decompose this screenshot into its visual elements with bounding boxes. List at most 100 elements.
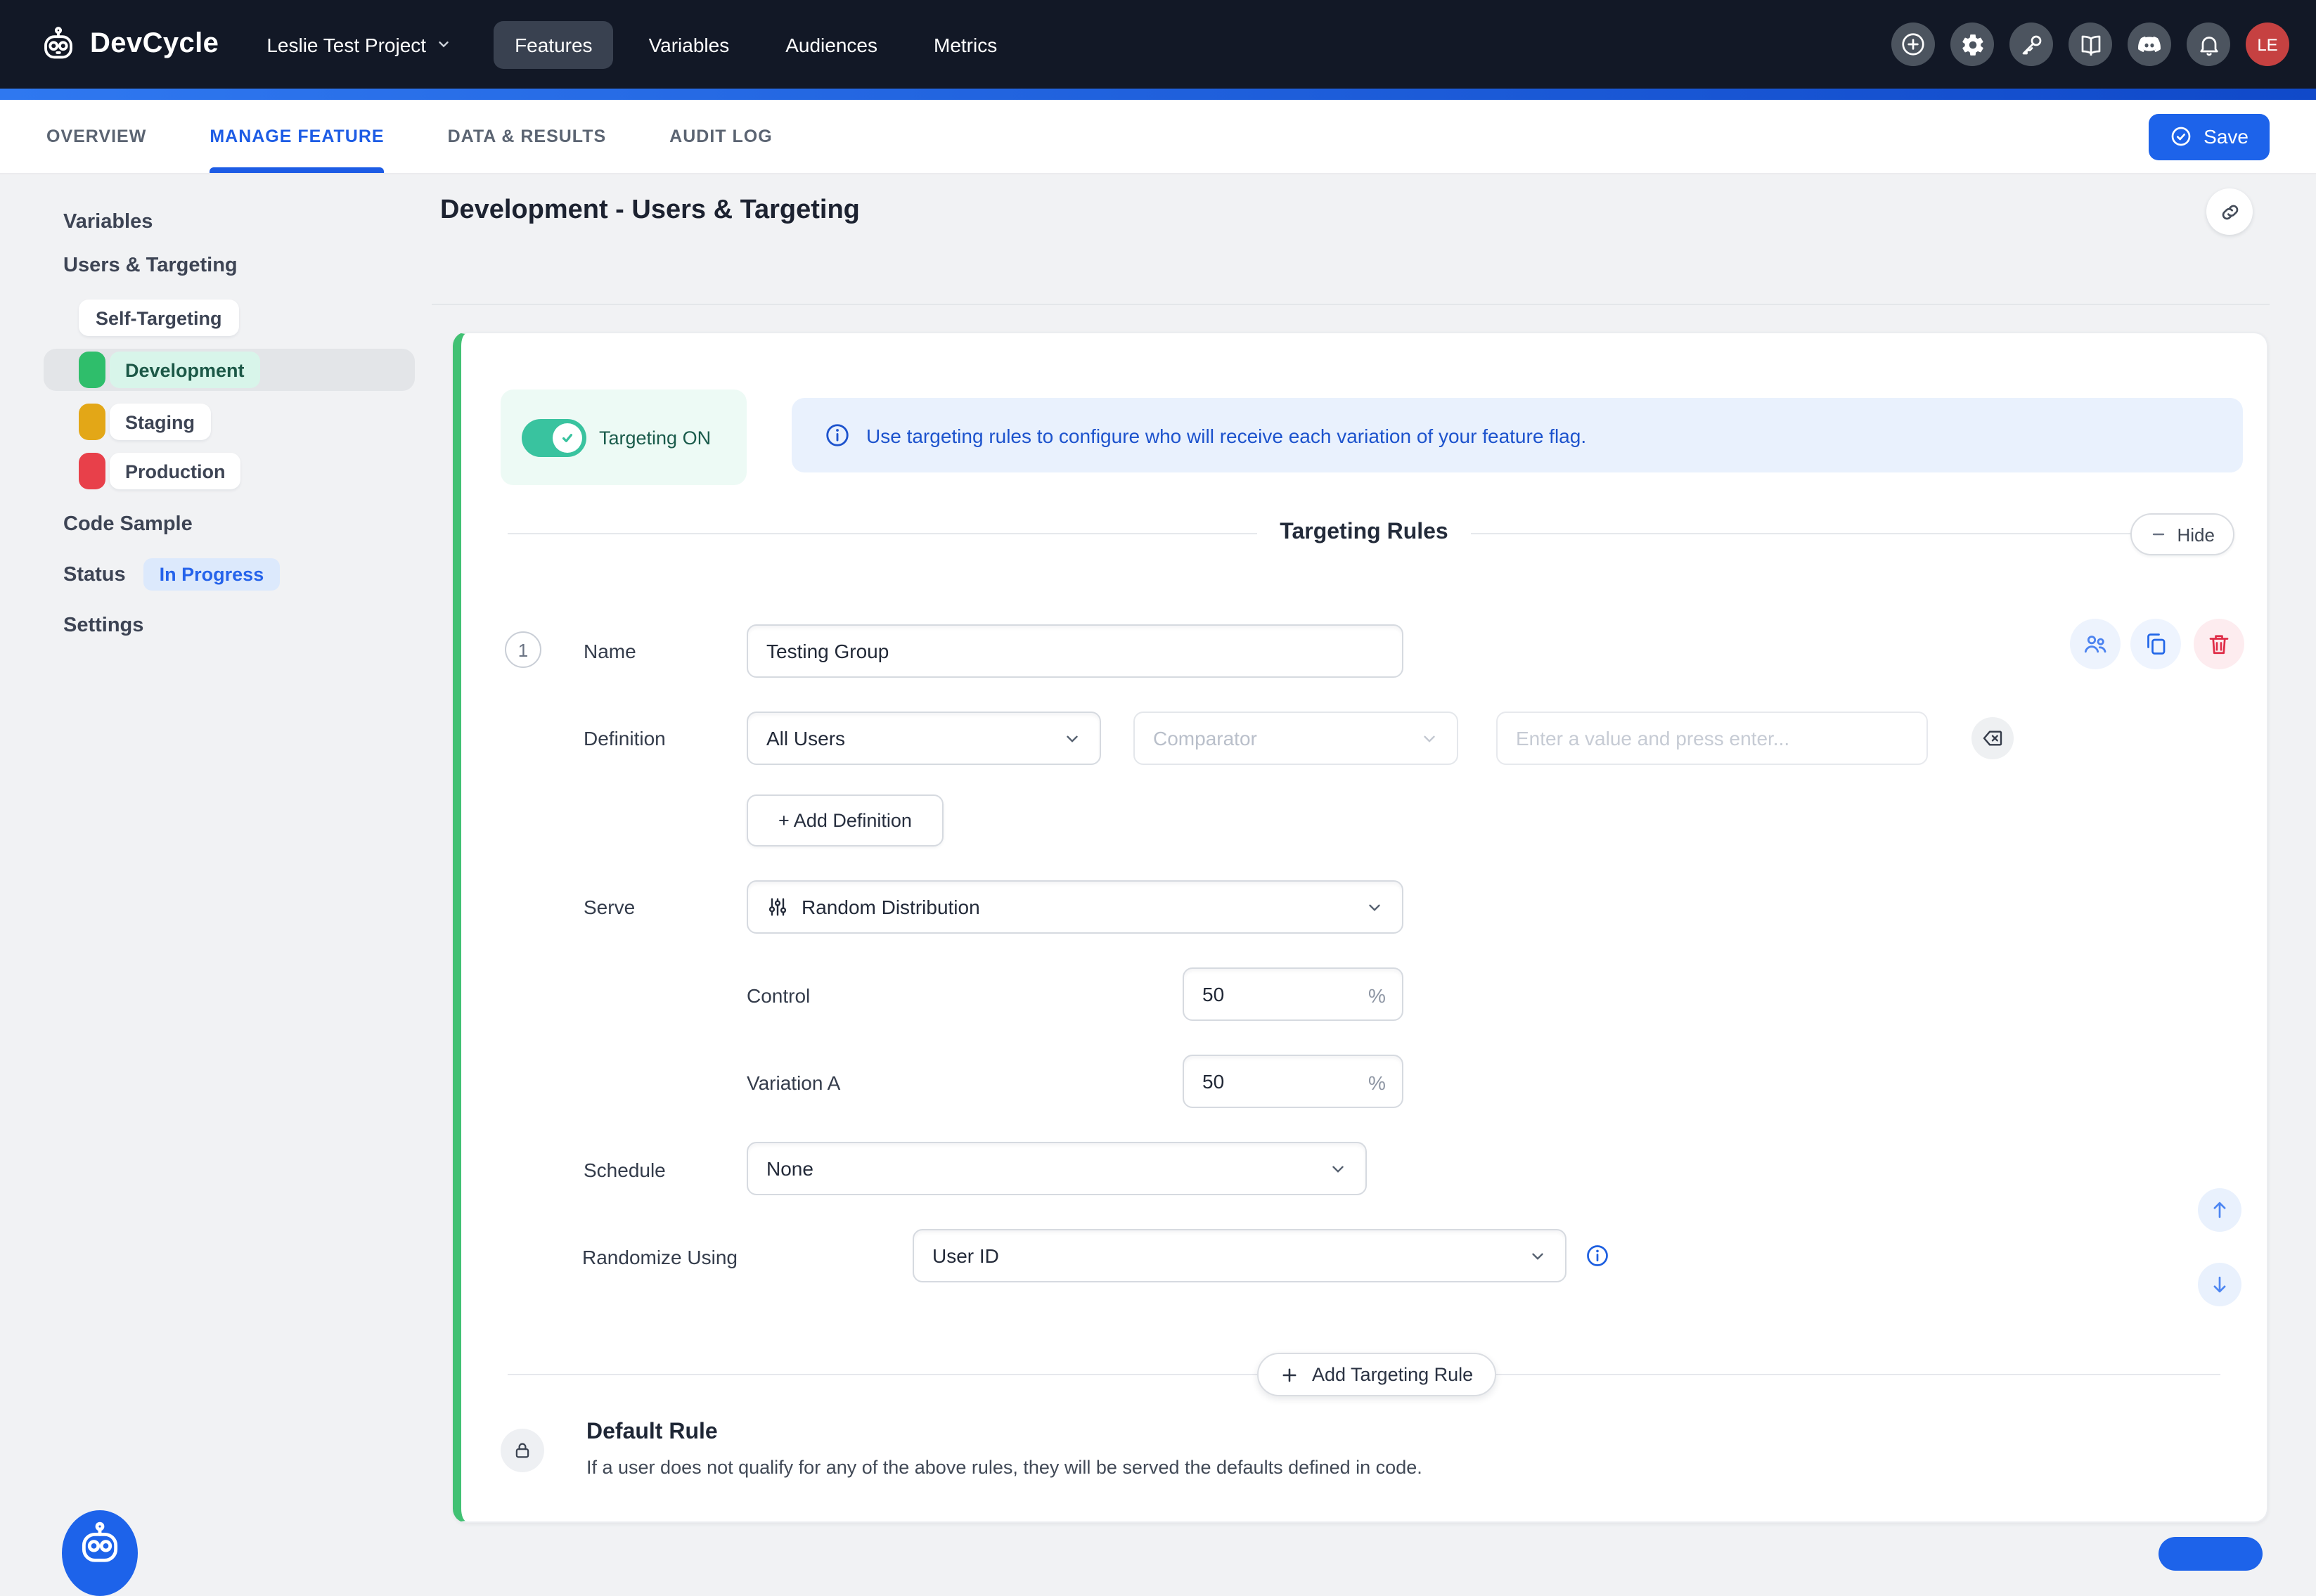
tab-overview[interactable]: OVERVIEW	[46, 100, 146, 173]
discord-icon	[2136, 31, 2163, 58]
check-circle-icon	[2170, 125, 2192, 148]
move-rule-down-button[interactable]	[2198, 1263, 2241, 1306]
arrow-up-icon	[2208, 1198, 2232, 1222]
sidebar-env-development[interactable]: Development	[44, 349, 415, 391]
nav-link-variables[interactable]: Variables	[628, 20, 751, 68]
clear-definition-button[interactable]	[1971, 717, 2014, 759]
targeting-toggle-panel: Targeting ON	[501, 390, 747, 485]
control-label: Control	[747, 984, 810, 1007]
support-chat-button[interactable]	[62, 1510, 138, 1596]
comparator-placeholder: Comparator	[1153, 727, 1257, 749]
audience-select[interactable]: All Users	[747, 712, 1101, 765]
targeting-toggle[interactable]	[522, 418, 586, 456]
rule-name-input[interactable]	[747, 624, 1403, 678]
randomize-select-value: User ID	[932, 1244, 999, 1267]
arrow-down-icon	[2208, 1273, 2232, 1296]
brand-logo[interactable]: DevCycle	[39, 25, 219, 63]
create-button[interactable]	[1891, 22, 1935, 66]
status-label: Status	[63, 560, 126, 588]
status-badge[interactable]: In Progress	[144, 558, 280, 591]
definition-value-input[interactable]	[1496, 712, 1928, 765]
add-definition-button[interactable]: + Add Definition	[747, 794, 944, 847]
name-label: Name	[584, 640, 636, 662]
top-navbar: DevCycle Leslie Test Project Features Va…	[0, 0, 2316, 89]
api-keys-button[interactable]	[2009, 22, 2053, 66]
tab-manage-feature[interactable]: MANAGE FEATURE	[210, 100, 384, 173]
delete-rule-button[interactable]	[2194, 619, 2244, 669]
lock-icon	[512, 1440, 533, 1461]
backspace-icon	[1981, 727, 2004, 749]
nav-link-audiences[interactable]: Audiences	[764, 20, 899, 68]
sidebar-item-code-sample[interactable]: Code Sample	[63, 510, 433, 539]
env-label: Production	[110, 453, 241, 489]
default-rule-description: If a user does not qualify for any of th…	[586, 1457, 1422, 1478]
convert-to-audience-button[interactable]	[2070, 619, 2121, 669]
comparator-select[interactable]: Comparator	[1133, 712, 1458, 765]
sidebar-status-row: Status In Progress	[63, 558, 433, 591]
project-selector[interactable]: Leslie Test Project	[266, 33, 451, 56]
default-rule-title: Default Rule	[586, 1420, 718, 1446]
settings-button[interactable]	[1950, 22, 1994, 66]
info-banner: Use targeting rules to configure who wil…	[792, 398, 2243, 472]
sidebar-item-settings[interactable]: Settings	[63, 612, 433, 640]
devcycle-robot-icon	[39, 25, 77, 63]
plus-circle-icon	[1900, 31, 1926, 58]
copy-icon	[2143, 631, 2168, 657]
save-button[interactable]: Save	[2149, 113, 2270, 160]
minus-icon	[2151, 526, 2168, 543]
hide-button-label: Hide	[2177, 524, 2215, 545]
env-label: Staging	[110, 404, 210, 440]
gear-icon	[1960, 32, 1985, 57]
schedule-select-value: None	[766, 1157, 813, 1180]
percent-suffix: %	[1368, 1071, 1386, 1094]
chevron-down-icon	[1529, 1247, 1547, 1265]
toggle-check-icon	[553, 423, 582, 452]
discord-button[interactable]	[2128, 22, 2171, 66]
serve-select-value: Random Distribution	[802, 896, 980, 918]
sidebar-item-users-targeting[interactable]: Users & Targeting	[63, 252, 433, 280]
save-button-label: Save	[2204, 125, 2249, 148]
sticky-save-button[interactable]	[2159, 1537, 2263, 1571]
targeting-rules-title: Targeting Rules	[1280, 520, 1448, 546]
user-avatar[interactable]: LE	[2246, 22, 2289, 66]
duplicate-rule-button[interactable]	[2130, 619, 2181, 669]
notifications-button[interactable]	[2187, 22, 2230, 66]
sidebar-item-variables[interactable]: Variables	[63, 208, 433, 236]
copy-link-button[interactable]	[2206, 188, 2253, 235]
sidebar-env-staging[interactable]: Staging	[79, 404, 433, 440]
nav-link-metrics[interactable]: Metrics	[913, 20, 1018, 68]
randomize-using-select[interactable]: User ID	[913, 1229, 1566, 1282]
percent-suffix: %	[1368, 984, 1386, 1007]
schedule-select[interactable]: None	[747, 1142, 1367, 1195]
chat-robot-icon	[76, 1520, 124, 1568]
hide-rules-button[interactable]: Hide	[2131, 513, 2235, 555]
serve-select[interactable]: Random Distribution	[747, 880, 1403, 934]
targeting-rules-divider: Targeting Rules	[508, 520, 2220, 546]
page-accent-bar	[0, 89, 2316, 100]
sidebar-item-self-targeting[interactable]: Self-Targeting	[79, 300, 239, 336]
definition-label: Definition	[584, 727, 666, 749]
sidebar-env-production[interactable]: Production	[79, 453, 433, 489]
key-icon	[2019, 32, 2044, 57]
tab-audit-log[interactable]: AUDIT LOG	[669, 100, 773, 173]
variation-a-label: Variation A	[747, 1071, 840, 1094]
page-title: Development - Users & Targeting	[440, 195, 860, 226]
add-targeting-rule-button[interactable]: Add Targeting Rule	[1257, 1353, 1495, 1396]
targeting-toggle-label: Targeting ON	[599, 427, 711, 448]
chevron-down-icon	[1420, 729, 1439, 747]
bell-icon	[2196, 32, 2221, 57]
trash-icon	[2206, 631, 2232, 657]
docs-button[interactable]	[2069, 22, 2112, 66]
main-header: Development - Users & Targeting	[432, 174, 2270, 305]
schedule-label: Schedule	[584, 1159, 666, 1181]
nav-link-features[interactable]: Features	[494, 20, 614, 68]
serve-label: Serve	[584, 896, 635, 918]
move-rule-up-button[interactable]	[2198, 1188, 2241, 1232]
sliders-icon	[766, 896, 789, 918]
targeting-card: Targeting ON Use targeting rules to conf…	[453, 332, 2268, 1523]
plus-icon	[1280, 1365, 1299, 1384]
book-icon	[2078, 32, 2103, 57]
feature-sidebar: Variables Users & Targeting Self-Targeti…	[0, 174, 433, 640]
randomize-info-icon[interactable]	[1585, 1243, 1610, 1268]
tab-data-results[interactable]: DATA & RESULTS	[448, 100, 607, 173]
